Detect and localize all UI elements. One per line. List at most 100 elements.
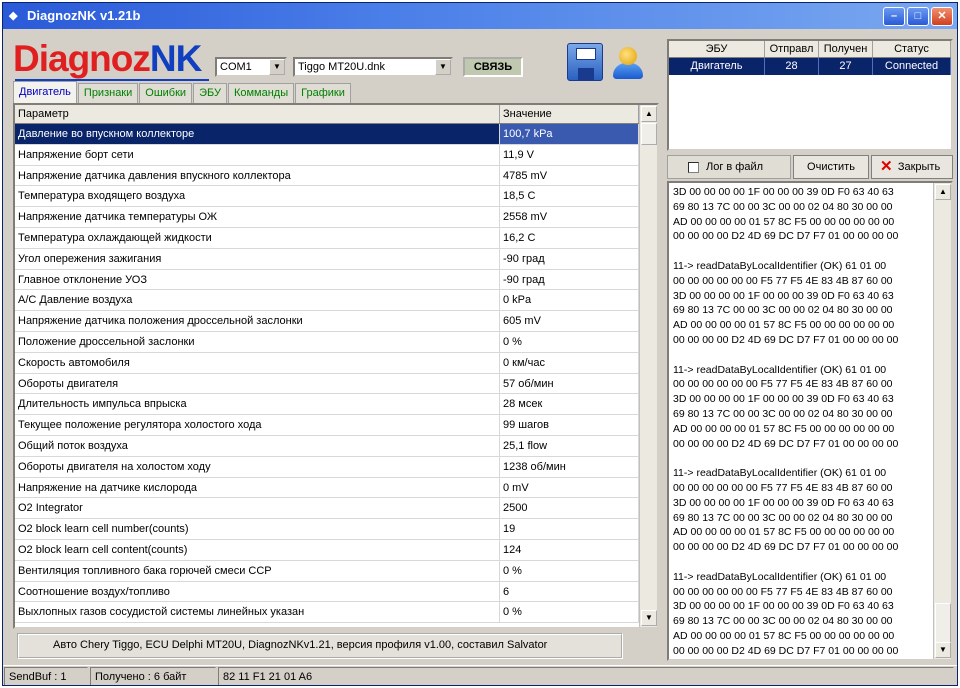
- table-row[interactable]: O2 block learn cell content(counts) 124: [15, 539, 639, 561]
- tab-graphs[interactable]: Графики: [295, 83, 351, 103]
- table-row[interactable]: А/С Давление воздуха 0 kPa: [15, 290, 639, 312]
- ecu-table: ЭБУ Отправл Получен Статус Двигатель 28 …: [667, 39, 953, 151]
- port-value: COM1: [220, 61, 252, 73]
- table-row[interactable]: Длительность импульса впрыска 28 мсек: [15, 394, 639, 416]
- parameter-name: Соотношение воздух/топливо: [15, 581, 500, 602]
- table-row[interactable]: Соотношение воздух/топливо 6: [15, 581, 639, 603]
- parameter-name: Давление во впускном коллекторе: [15, 124, 500, 144]
- log-text: 3D 00 00 00 00 1F 00 00 00 39 0D F0 63 4…: [673, 186, 899, 657]
- column-header-value[interactable]: Значение: [500, 105, 639, 123]
- close-icon: ✕: [880, 158, 893, 175]
- parameter-name: Обороты двигателя на холостом ходу: [15, 456, 500, 477]
- scroll-up-icon[interactable]: ▲: [935, 184, 951, 200]
- parameter-value: 100,7 kPa: [500, 124, 639, 144]
- table-row[interactable]: Напряжение на датчике кислорода 0 mV: [15, 477, 639, 499]
- table-row[interactable]: Общий поток воздуха 25,1 flow: [15, 435, 639, 457]
- table-row[interactable]: O2 block learn cell number(counts) 19: [15, 519, 639, 540]
- table-row[interactable]: Текущее положение регулятора холостого х…: [15, 415, 639, 436]
- tab-errors[interactable]: Ошибки: [139, 83, 193, 103]
- table-row[interactable]: Температура охлаждающей жидкости 16,2 C: [15, 227, 639, 249]
- parameter-name: Напряжение датчика температуры ОЖ: [15, 207, 500, 227]
- side-panel: ЭБУ Отправл Получен Статус Двигатель 28 …: [665, 33, 955, 663]
- table-row[interactable]: Положение дроссельной заслонки 0 %: [15, 331, 639, 353]
- log-scroll-track: ▲ ▼: [934, 183, 951, 659]
- ecu-header-ecu[interactable]: ЭБУ: [669, 41, 765, 57]
- table-row[interactable]: Напряжение датчика температуры ОЖ 2558 mV: [15, 207, 639, 228]
- floppy-shutter: [578, 68, 594, 80]
- chevron-down-icon[interactable]: ▼: [435, 59, 451, 75]
- profile-select[interactable]: Tiggo MT20U.dnk ▼: [293, 57, 453, 77]
- table-row[interactable]: Обороты двигателя 57 об/мин: [15, 373, 639, 395]
- window-title: DiagnozNK v1.21b: [27, 8, 141, 23]
- parameter-name: Напряжение борт сети: [15, 144, 500, 165]
- checkbox-box[interactable]: [688, 162, 699, 173]
- log-output[interactable]: 3D 00 00 00 00 1F 00 00 00 39 0D F0 63 4…: [667, 181, 953, 661]
- logo-part2: NK: [149, 38, 202, 79]
- parameter-name: Вентиляция топливного бака горючей смеси…: [15, 560, 500, 581]
- tab-engine[interactable]: Двигатель: [13, 81, 77, 103]
- app-icon: ◆: [9, 10, 18, 22]
- grid-scrollbar[interactable]: ▲ ▼: [639, 105, 657, 627]
- scroll-down-icon[interactable]: ▼: [641, 610, 657, 626]
- ecu-header-status[interactable]: Статус: [873, 41, 951, 57]
- ecu-table-header: ЭБУ Отправл Получен Статус: [669, 41, 951, 58]
- tab-ecu[interactable]: ЭБУ: [193, 83, 227, 103]
- title-bar[interactable]: ◆ DiagnozNK v1.21b – □ ✕: [3, 3, 957, 29]
- parameter-value: 0 kPa: [500, 290, 639, 311]
- ecu-header-received[interactable]: Получен: [819, 41, 873, 57]
- table-row[interactable]: O2 Integrator 2500: [15, 498, 639, 520]
- tab-commands[interactable]: Комманды: [227, 83, 295, 103]
- parameter-value: 0 км/час: [500, 352, 639, 373]
- scroll-down-icon[interactable]: ▼: [935, 642, 951, 658]
- table-row[interactable]: Обороты двигателя на холостом ходу 1238 о…: [15, 456, 639, 478]
- chevron-down-icon[interactable]: ▼: [269, 59, 285, 75]
- parameter-value: -90 град: [500, 269, 639, 290]
- close-log-button[interactable]: ✕ Закрыть: [871, 155, 953, 179]
- ecu-row[interactable]: Двигатель 28 27 Connected: [669, 58, 951, 75]
- close-window-button[interactable]: ✕: [931, 7, 953, 26]
- minimize-button[interactable]: –: [883, 7, 905, 26]
- parameter-value: 0 %: [500, 331, 639, 352]
- logo-part1: Diagnoz: [13, 38, 151, 79]
- floppy-disk-icon[interactable]: [567, 43, 603, 81]
- table-row[interactable]: Главное отклонение УОЗ -90 град: [15, 269, 639, 291]
- table-row[interactable]: Напряжение датчика положения дроссельной…: [15, 311, 639, 332]
- connect-button[interactable]: СВЯЗЬ: [463, 57, 523, 77]
- parameter-value: 124: [500, 539, 639, 560]
- table-row[interactable]: Скорость автомобиля 0 км/час: [15, 352, 639, 374]
- log-to-file-checkbox[interactable]: Лог в файл: [667, 155, 791, 179]
- clear-log-button[interactable]: Очистить: [793, 155, 869, 179]
- column-header-parameter[interactable]: Параметр: [15, 105, 500, 123]
- table-row[interactable]: Напряжение датчика давления впускного ко…: [15, 165, 639, 187]
- table-row[interactable]: Угол опережения зажигания -90 град: [15, 248, 639, 270]
- user-icon[interactable]: [609, 43, 647, 81]
- tab-signs[interactable]: Признаки: [77, 83, 139, 103]
- parameter-value: 605 mV: [500, 311, 639, 331]
- table-row[interactable]: Выхлопных газов сосудистой системы линей…: [15, 602, 639, 624]
- table-row[interactable]: Вентиляция топливного бака горючей смеси…: [15, 560, 639, 582]
- parameter-value: 2500: [500, 498, 639, 519]
- maximize-button[interactable]: □: [907, 7, 929, 26]
- port-select[interactable]: COM1 ▼: [215, 57, 287, 77]
- parameter-value: 28 мсек: [500, 394, 639, 415]
- parameter-value: 18,5 C: [500, 186, 639, 207]
- table-row[interactable]: Напряжение борт сети 11,9 V: [15, 144, 639, 166]
- grid-header: Параметр Значение: [15, 105, 639, 124]
- log-scroll-thumb[interactable]: [935, 603, 951, 643]
- app-logo: DiagnozNK: [13, 38, 202, 79]
- table-row[interactable]: Давление во впускном коллекторе 100,7 kPa: [15, 124, 639, 145]
- parameter-name: Напряжение датчика давления впускного ко…: [15, 165, 500, 186]
- log-toolbar: Лог в файл Очистить ✕ Закрыть: [667, 155, 953, 179]
- parameter-name: Температура входящего воздуха: [15, 186, 500, 207]
- tab-bar: Двигатель Признаки Ошибки ЭБУ Комманды Г…: [13, 81, 352, 103]
- parameter-name: Обороты двигателя: [15, 373, 500, 394]
- ecu-received: 27: [819, 58, 873, 75]
- scroll-up-icon[interactable]: ▲: [641, 106, 657, 122]
- parameter-name: Напряжение датчика положения дроссельной…: [15, 311, 500, 331]
- parameter-value: 0 %: [500, 602, 639, 623]
- scroll-thumb[interactable]: [641, 123, 657, 145]
- log-scrollbar[interactable]: ▲ ▼: [933, 183, 951, 659]
- user-icon-head: [619, 47, 637, 65]
- ecu-header-sent[interactable]: Отправл: [765, 41, 819, 57]
- table-row[interactable]: Температура входящего воздуха 18,5 C: [15, 186, 639, 208]
